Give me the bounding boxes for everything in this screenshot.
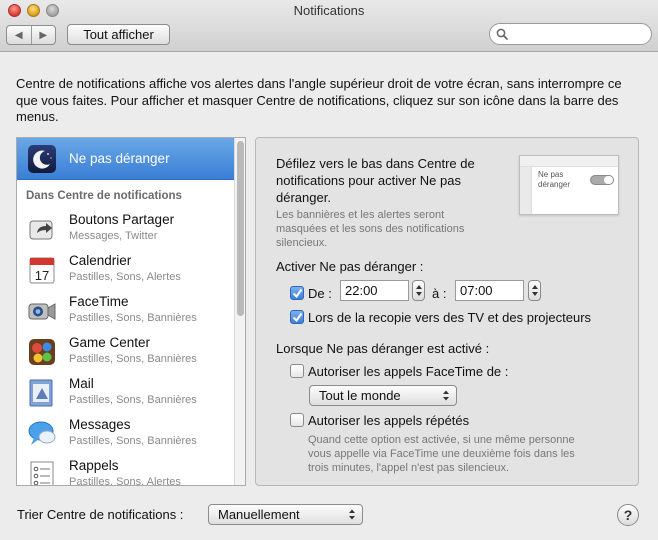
app-alert-detail: Pastilles, Sons, Bannières: [69, 394, 197, 406]
game-center-icon: [29, 339, 55, 365]
search-icon: [496, 28, 508, 40]
calendar-day: 17: [35, 268, 49, 283]
intro-note-line-3: silencieux.: [276, 237, 328, 249]
search-field[interactable]: [489, 23, 652, 45]
intro-line-3: déranger.: [276, 190, 331, 205]
messages-icon: [28, 421, 56, 445]
app-alert-detail: Pastilles, Sons, Bannières: [69, 435, 197, 447]
sidebar-item-mail[interactable]: Mail Pastilles, Sons, Bannières: [17, 373, 234, 414]
app-alert-detail: Pastilles, Sons, Bannières: [69, 312, 197, 324]
mail-icon: [29, 379, 53, 407]
app-name: Calendrier: [69, 253, 132, 268]
app-alert-detail: Pastilles, Sons, Alertes: [69, 271, 181, 283]
intro-note-line-2: masquées et les sons des notifications: [276, 223, 465, 235]
facetime-calls-checkbox[interactable]: [290, 364, 304, 378]
repeated-note-line-2: vous appelle via FaceTime une deuxième f…: [308, 448, 575, 460]
intro-note-line-1: Les bannières et les alertes seront: [276, 209, 445, 221]
app-alert-detail: Pastilles, Sons, Alertes: [69, 476, 181, 486]
repeated-note-line-1: Quand cette option est activée, si une m…: [308, 434, 575, 446]
mirroring-label: Lors de la recopie vers des TV et des pr…: [308, 310, 592, 325]
app-name: Rappels: [69, 458, 119, 473]
sidebar-item-reminders[interactable]: Rappels Pastilles, Sons, Alertes: [17, 455, 234, 486]
sidebar-item-game-center[interactable]: Game Center Pastilles, Sons, Bannières: [17, 332, 234, 373]
pane-description: Centre de notifications affiche vos aler…: [16, 76, 622, 124]
facetime-icon: [28, 303, 56, 320]
do-not-disturb-panel: Défilez vers le bas dans Centre de notif…: [255, 137, 639, 486]
to-time-stepper[interactable]: [528, 280, 541, 301]
app-alert-detail: Pastilles, Sons, Bannières: [69, 353, 197, 365]
list-scrollbar[interactable]: [234, 138, 245, 485]
sidebar-item-messages[interactable]: Messages Pastilles, Sons, Bannières: [17, 414, 234, 455]
preview-label-line-2: déranger: [538, 179, 571, 189]
window-toolbar: Notifications ◀ ▶ Tout afficher: [0, 0, 658, 52]
section-header: Dans Centre de notifications: [26, 190, 182, 202]
chevron-up-down-icon: [443, 390, 449, 401]
reminders-icon: [30, 461, 54, 485]
activate-header: Activer Ne pas déranger :: [276, 259, 424, 274]
forward-button[interactable]: ▶: [30, 26, 56, 44]
repeated-calls-label: Autoriser les appels répétés: [308, 413, 470, 428]
back-forward-control: ◀ ▶: [6, 25, 56, 45]
show-all-button[interactable]: Tout afficher: [67, 24, 170, 45]
app-name: Messages: [69, 417, 131, 432]
notification-app-list[interactable]: Ne pas déranger Dans Centre de notificat…: [16, 137, 246, 486]
back-button[interactable]: ◀: [7, 26, 31, 44]
to-label: à :: [432, 286, 447, 301]
preview-label-line-1: Ne pas: [538, 170, 564, 179]
app-name: Game Center: [69, 335, 151, 350]
from-time-stepper[interactable]: [412, 280, 425, 301]
scrollbar-thumb[interactable]: [237, 141, 244, 316]
sidebar-item-facetime[interactable]: FaceTime Pastilles, Sons, Bannières: [17, 291, 234, 332]
moon-icon: [28, 145, 56, 173]
sort-order-popup[interactable]: Manuellement: [208, 504, 363, 525]
facetime-from-value: Tout le monde: [319, 388, 401, 403]
sidebar-item-share-buttons[interactable]: Boutons Partager Messages, Twitter: [17, 209, 234, 250]
mirroring-checkbox[interactable]: [290, 310, 304, 324]
intro-line-1: Défilez vers le bas dans Centre de: [276, 156, 475, 171]
repeated-calls-checkbox[interactable]: [290, 413, 304, 427]
sidebar-item-do-not-disturb[interactable]: Ne pas déranger: [17, 138, 234, 180]
calendar-icon: 17: [29, 257, 55, 284]
preview-toggle: [590, 175, 614, 185]
app-alert-detail: Messages, Twitter: [69, 230, 158, 242]
facetime-from-popup[interactable]: Tout le monde: [309, 385, 457, 406]
intro-line-2: notifications pour activer Ne pas: [276, 173, 461, 188]
dnd-preview-image: Ne pas déranger: [519, 155, 619, 215]
window-title: Notifications: [293, 3, 365, 18]
from-time-checkbox[interactable]: [290, 286, 304, 300]
sidebar-item-calendar[interactable]: 17 Calendrier Pastilles, Sons, Alertes: [17, 250, 234, 291]
from-label: De :: [308, 286, 332, 301]
sort-order-value: Manuellement: [218, 507, 300, 522]
app-name: FaceTime: [69, 294, 129, 309]
from-time-field[interactable]: 22:00: [340, 280, 409, 301]
to-time-field[interactable]: 07:00: [455, 280, 524, 301]
sort-label: Trier Centre de notifications :: [17, 507, 184, 522]
share-icon: [29, 220, 53, 240]
help-button[interactable]: ?: [617, 504, 639, 526]
app-name: Mail: [69, 376, 94, 391]
chevron-up-down-icon: [349, 509, 355, 520]
sidebar-item-label: Ne pas déranger: [69, 151, 170, 166]
repeated-note-line-3: trois minutes, l'appel n'est pas silenci…: [308, 462, 510, 474]
when-active-header: Lorsque Ne pas déranger est activé :: [276, 341, 490, 356]
facetime-calls-label: Autoriser les appels FaceTime de :: [308, 364, 509, 379]
app-name: Boutons Partager: [69, 212, 175, 227]
